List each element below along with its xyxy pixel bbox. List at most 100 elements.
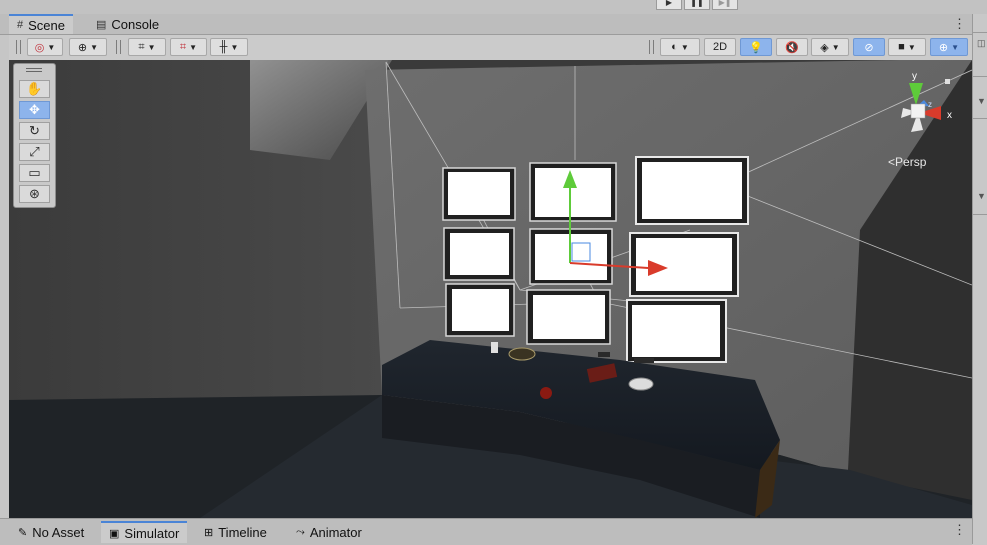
kebab-menu-icon[interactable]: ⋮ (953, 16, 966, 32)
monitor (526, 289, 611, 345)
rotate-tool-button[interactable]: ↻ (19, 122, 50, 140)
transform-tool-button[interactable]: ⊛ (19, 185, 50, 203)
globe-icon: ⊕ (77, 41, 88, 54)
chevron-down-icon: ▼ (680, 42, 689, 52)
grid-snap-dropdown[interactable]: ⌗ ▼ (128, 38, 166, 56)
snap-icon: ⌗ (179, 40, 187, 53)
divider (973, 214, 987, 215)
panel-grip-icon[interactable] (26, 68, 42, 72)
rect-tool-button[interactable]: ▭ (19, 164, 50, 182)
tab-animator[interactable]: ⤳ Animator (288, 521, 370, 543)
projection-label: Persp (895, 155, 927, 169)
tab-no-asset[interactable]: ✎ No Asset (10, 521, 92, 543)
monitor (442, 167, 516, 221)
left-panel-edge (0, 35, 9, 518)
tool-panel: ✋ ✥ ↻ ⤢ ▭ ⊛ (13, 63, 56, 208)
shading-sphere-icon: ◐ (671, 41, 678, 53)
desk-plate (628, 377, 654, 391)
gizmos-dropdown[interactable]: ⊕ ▼ (930, 38, 968, 56)
lighting-toggle[interactable]: 💡 (740, 38, 772, 56)
move-tool-button[interactable]: ✥ (19, 101, 50, 119)
right-panel-edge: ◫ ▼ ▼ (972, 14, 987, 544)
separator (116, 40, 117, 54)
persp-icon: < (888, 155, 896, 169)
monitor-wall (442, 156, 749, 363)
increment-dropdown[interactable]: ╫ ▼ (210, 38, 248, 56)
divider (973, 118, 987, 119)
play-icon: ▶ (665, 0, 673, 7)
grid-icon: # (17, 19, 24, 31)
layers-icon: ◈ (820, 41, 829, 54)
ruler-icon: ╫ (219, 41, 228, 53)
separator (649, 40, 650, 54)
global-dropdown[interactable]: ⊕ ▼ (69, 38, 107, 56)
timeline-icon: ⊞ (204, 526, 214, 539)
scene-toolbar: ▏ ◎ ▼ ⊕ ▼ ⌗ ▼ ⌗ ▼ ╫ ▼ ◐ ▼ 2D 💡 🔇 ◈ ▼ ⊘ ■… (0, 35, 972, 61)
draw-mode-icon: ◎ (34, 41, 45, 54)
play-controls: ▶ ❚❚ ▶❚ (656, 0, 738, 10)
hand-tool-button[interactable]: ✋ (19, 80, 50, 98)
tab-console-label: Console (111, 16, 160, 32)
monitor (443, 227, 515, 281)
tab-simulator[interactable]: ▣ Simulator (101, 521, 188, 543)
gizmo-neg-z-cone[interactable] (945, 79, 950, 84)
separator (16, 40, 17, 54)
gizmo-z-label: z (928, 100, 932, 109)
step-button[interactable]: ▶❚ (712, 0, 738, 10)
projection-toggle[interactable]: <Persp (888, 155, 926, 169)
pause-button[interactable]: ❚❚ (684, 0, 710, 10)
transform-icon: ⊛ (29, 186, 40, 201)
gizmo-center-cube[interactable] (910, 103, 926, 119)
chevron-down-icon: ▼ (951, 42, 960, 52)
audio-muted-icon: 🔇 (785, 41, 799, 54)
toggle-2d-button[interactable]: 2D (704, 38, 736, 56)
scene-viewport[interactable] (9, 60, 972, 518)
gizmo-x-label: x (947, 110, 952, 121)
top-strip: ▶ ❚❚ ▶❚ (0, 0, 987, 14)
gizmo-icon: ⊕ (938, 41, 949, 54)
effects-dropdown[interactable]: ◈ ▼ (811, 38, 849, 56)
animator-icon: ⤳ (296, 525, 305, 538)
tab-simulator-label: Simulator (124, 525, 180, 541)
move-icon: ✥ (29, 102, 40, 117)
gizmo-y-label: y (912, 71, 917, 82)
tab-console[interactable]: ▤ Console (88, 14, 167, 34)
bottom-tab-bar: ✎ No Asset ▣ Simulator ⊞ Timeline ⤳ Anim… (0, 518, 972, 545)
desk-apple (540, 387, 552, 399)
rect-icon: ▭ (28, 165, 41, 180)
grid-snap-icon: ⌗ (138, 40, 145, 53)
scene-render (9, 60, 972, 518)
tab-timeline-label: Timeline (218, 524, 267, 540)
chevron-down-icon: ▼ (90, 42, 99, 52)
chevron-down-icon: ▼ (47, 42, 56, 52)
tab-timeline[interactable]: ⊞ Timeline (196, 521, 275, 543)
shading-mode-dropdown[interactable]: ◐ ▼ (660, 38, 700, 56)
chevron-down-icon[interactable]: ▼ (977, 96, 986, 106)
chevron-down-icon: ▼ (831, 42, 840, 52)
draw-mode-dropdown[interactable]: ◎ ▼ (27, 38, 63, 56)
monitor (635, 156, 749, 225)
scale-icon: ⤢ (29, 144, 40, 159)
separator (120, 40, 121, 54)
divider (973, 76, 987, 77)
gizmo-y-cone[interactable] (909, 83, 923, 105)
scene-tab-bar: # Scene ▤ Console ⋮ (0, 14, 972, 35)
desk-cup (491, 342, 498, 353)
snap-increment-dropdown[interactable]: ⌗ ▼ (170, 38, 207, 56)
tab-scene[interactable]: # Scene (9, 14, 73, 34)
scale-tool-button[interactable]: ⤢ (19, 143, 50, 161)
lightbulb-icon: 💡 (749, 41, 763, 54)
scene-visibility-toggle[interactable]: ⊘ (853, 38, 885, 56)
desk-keyboard (634, 358, 654, 363)
divider (973, 32, 987, 33)
chevron-down-icon[interactable]: ▼ (977, 191, 986, 201)
toggle-2d-label: 2D (712, 41, 728, 53)
monitor (629, 232, 739, 297)
rotate-icon: ↻ (29, 123, 40, 138)
play-button[interactable]: ▶ (656, 0, 682, 10)
camera-dropdown[interactable]: ■ ▼ (888, 38, 926, 56)
audio-toggle[interactable]: 🔇 (776, 38, 808, 56)
orientation-gizmo[interactable]: y x z (881, 70, 961, 150)
tab-scene-label: Scene (28, 17, 65, 33)
kebab-menu-icon[interactable]: ⋮ (953, 522, 966, 538)
